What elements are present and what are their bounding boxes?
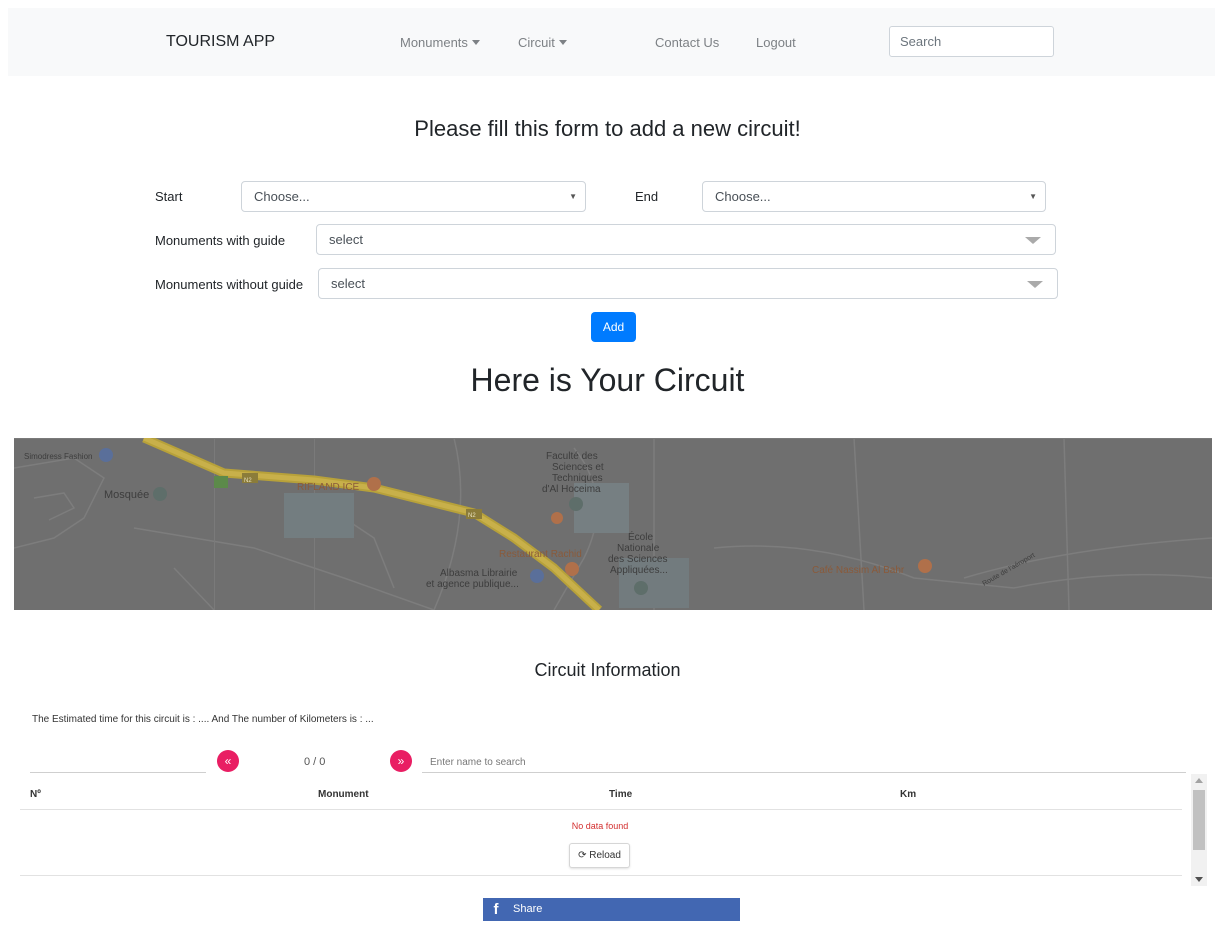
nav-monuments-dropdown[interactable]: Monuments [400, 35, 480, 50]
without-guide-multiselect[interactable]: select [318, 268, 1058, 299]
highway-n2 [142, 438, 603, 610]
nav-search-input[interactable] [889, 26, 1054, 57]
brand[interactable]: TOURISM APP [166, 33, 275, 51]
table-bottom-divider [20, 875, 1182, 876]
nav-circuit-label: Circuit [518, 35, 555, 50]
circuit-title: Here is Your Circuit [470, 362, 745, 398]
facebook-share-button[interactable]: f Share [483, 898, 740, 921]
school-pin-icon[interactable] [569, 497, 583, 511]
shop-pin-icon[interactable] [99, 448, 113, 462]
building-area [284, 493, 354, 538]
share-label: Share [513, 903, 543, 915]
start-label: Start [155, 189, 183, 204]
map-label: Mosquée [104, 489, 149, 501]
map-label: Restaurant Rachid [499, 549, 582, 560]
road-shield-label: N2 [468, 513, 476, 519]
column-header-time[interactable]: Time [609, 789, 632, 800]
nav-logout[interactable]: Logout [756, 35, 796, 50]
next-page-button[interactable]: » [390, 750, 412, 772]
restaurant-pin-icon[interactable] [565, 562, 579, 576]
shop-pin-icon[interactable] [530, 569, 544, 583]
without-guide-select-value: select [331, 276, 365, 291]
map-label: Route de l'aéroport [982, 552, 1037, 588]
caret-down-icon [471, 40, 480, 45]
nav-monuments-label: Monuments [400, 35, 468, 50]
end-select-value: Choose... [715, 189, 771, 204]
scroll-down-arrow-icon[interactable] [1195, 877, 1203, 882]
map-label: d'Al Hoceima [542, 484, 601, 495]
triangle-down-icon: ▼ [569, 192, 577, 201]
chevron-down-icon [1025, 237, 1041, 244]
with-guide-multiselect[interactable]: select [316, 224, 1056, 255]
end-label: End [635, 189, 659, 204]
map-label: Faculté des [546, 451, 598, 462]
map-label: RIFLAND ICE [297, 482, 360, 493]
no-data-message: No data found [571, 821, 629, 831]
map-label: Simodress Fashion [24, 452, 92, 461]
map-label: des Sciences [608, 554, 667, 565]
estimate-text: The Estimated time for this circuit is :… [32, 714, 374, 725]
nav-circuit-dropdown[interactable]: Circuit [518, 35, 567, 50]
mosque-pin-icon[interactable] [153, 487, 167, 501]
park-area [214, 476, 228, 488]
road-shield-label: N2 [244, 478, 252, 484]
reload-label: Reload [589, 850, 621, 861]
form-title: Please fill this form to add a new circu… [414, 116, 801, 141]
with-guide-label: Monuments with guide [155, 233, 286, 248]
map-label: Appliquées... [610, 565, 668, 576]
chevron-down-icon [1027, 281, 1043, 288]
map-label: Café Nassim Al Bahr [812, 565, 905, 576]
caret-down-icon [558, 40, 567, 45]
restaurant-pin-icon[interactable] [551, 512, 563, 524]
map-label: Nationale [617, 543, 660, 554]
map-label: Sciences et [552, 462, 604, 473]
table-search-input[interactable] [422, 752, 1186, 773]
map-label: Albasma Librairie [440, 568, 518, 579]
map[interactable]: Simodress Fashion Mosquée RIFLAND ICE Fa… [14, 438, 1212, 610]
table-header-divider [20, 809, 1182, 810]
scrollbar-thumb[interactable] [1193, 790, 1205, 850]
with-guide-select-value: select [329, 232, 363, 247]
pager-underline [30, 772, 206, 773]
facebook-icon: f [493, 901, 499, 918]
page-count: 0 / 0 [304, 756, 326, 768]
scroll-up-arrow-icon[interactable] [1195, 778, 1203, 783]
table-scrollbar[interactable] [1191, 774, 1207, 886]
nav-contact-us[interactable]: Contact Us [655, 35, 719, 50]
map-label: École [628, 530, 653, 543]
start-select[interactable]: Choose... ▼ [241, 181, 586, 212]
start-select-value: Choose... [254, 189, 310, 204]
reload-button[interactable]: ⟳ Reload [569, 843, 630, 868]
add-button[interactable]: Add [591, 312, 636, 342]
map-canvas: Simodress Fashion Mosquée RIFLAND ICE Fa… [14, 438, 1212, 610]
navbar: TOURISM APP Monuments Circuit Contact Us… [8, 8, 1215, 76]
map-label: Techniques [552, 473, 603, 484]
refresh-icon: ⟳ [578, 850, 587, 861]
column-header-monument[interactable]: Monument [318, 789, 369, 800]
circuit-info-title: Circuit Information [534, 660, 681, 680]
triangle-down-icon: ▼ [1029, 192, 1037, 201]
map-label: et agence publique... [426, 579, 519, 590]
restaurant-pin-icon[interactable] [367, 477, 381, 491]
prev-page-button[interactable]: « [217, 750, 239, 772]
column-header-km[interactable]: Km [900, 789, 916, 800]
without-guide-label: Monuments without guide [155, 277, 304, 292]
cafe-pin-icon[interactable] [918, 559, 932, 573]
column-header-number[interactable]: Nº [30, 789, 41, 800]
school-pin-icon[interactable] [634, 581, 648, 595]
end-select[interactable]: Choose... ▼ [702, 181, 1046, 212]
